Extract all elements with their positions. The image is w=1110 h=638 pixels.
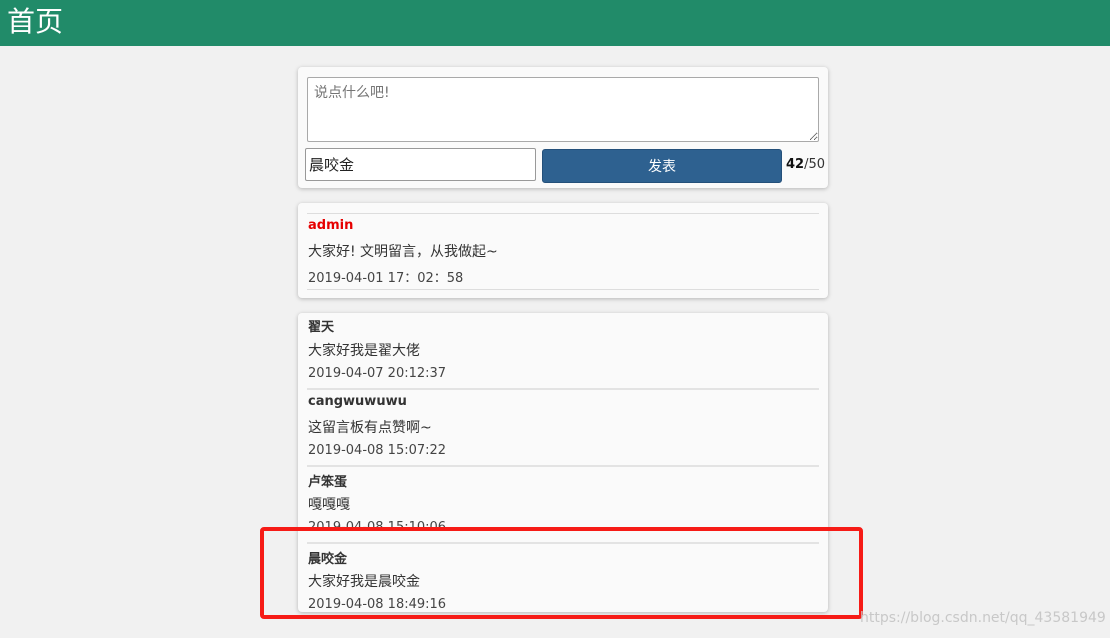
message-time: 2019-04-08 15:10:06 xyxy=(308,520,447,535)
message-author: 翟天 xyxy=(308,320,335,335)
page-title: 首页 xyxy=(7,5,64,38)
message-author: admin xyxy=(308,218,354,233)
char-count-max: /50 xyxy=(804,157,826,172)
list-item: cangwuwuwu 这留言板有点赞啊~ 2019-04-08 15:07:22 xyxy=(307,390,819,467)
message-content: 嘎嘎嘎 xyxy=(308,497,350,513)
message-content: 大家好我是晨咬金 xyxy=(308,574,420,590)
message-textarea[interactable] xyxy=(307,77,819,142)
compose-card: 发表 42/50 xyxy=(298,67,828,188)
message-time: 2019-04-07 20:12:37 xyxy=(308,366,447,381)
top-bar: 首页 xyxy=(0,0,1110,46)
watermark: https://blog.csdn.net/qq_43581949 xyxy=(860,610,1106,626)
pinned-message-card: admin 大家好! 文明留言，从我做起~ 2019-04-01 17：02：5… xyxy=(298,203,828,298)
message-content: 大家好! 文明留言，从我做起~ xyxy=(308,244,498,260)
char-count-current: 42 xyxy=(786,157,805,172)
list-item: 卢笨蛋 嘎嘎嘎 2019-04-08 15:10:06 xyxy=(307,467,819,544)
message-author: 卢笨蛋 xyxy=(308,475,348,490)
list-item: 晨咬金 大家好我是晨咬金 2019-04-08 18:49:16 xyxy=(307,544,819,612)
message-time: 2019-04-08 15:07:22 xyxy=(308,443,447,458)
message-time: 2019-04-01 17：02：58 xyxy=(308,271,464,286)
name-input[interactable] xyxy=(305,148,536,181)
submit-button[interactable]: 发表 xyxy=(542,149,782,183)
message-content: 大家好我是翟大佬 xyxy=(308,343,420,359)
pinned-message: admin 大家好! 文明留言，从我做起~ 2019-04-01 17：02：5… xyxy=(307,213,819,290)
list-item: 翟天 大家好我是翟大佬 2019-04-07 20:12:37 xyxy=(307,313,819,390)
message-list[interactable]: 翟天 大家好我是翟大佬 2019-04-07 20:12:37 cangwuwu… xyxy=(298,313,828,612)
message-author: cangwuwuwu xyxy=(308,394,407,409)
char-counter: 42/50 xyxy=(786,157,825,172)
message-content: 这留言板有点赞啊~ xyxy=(308,420,432,436)
message-time: 2019-04-08 18:49:16 xyxy=(308,597,447,612)
message-author: 晨咬金 xyxy=(308,552,348,567)
